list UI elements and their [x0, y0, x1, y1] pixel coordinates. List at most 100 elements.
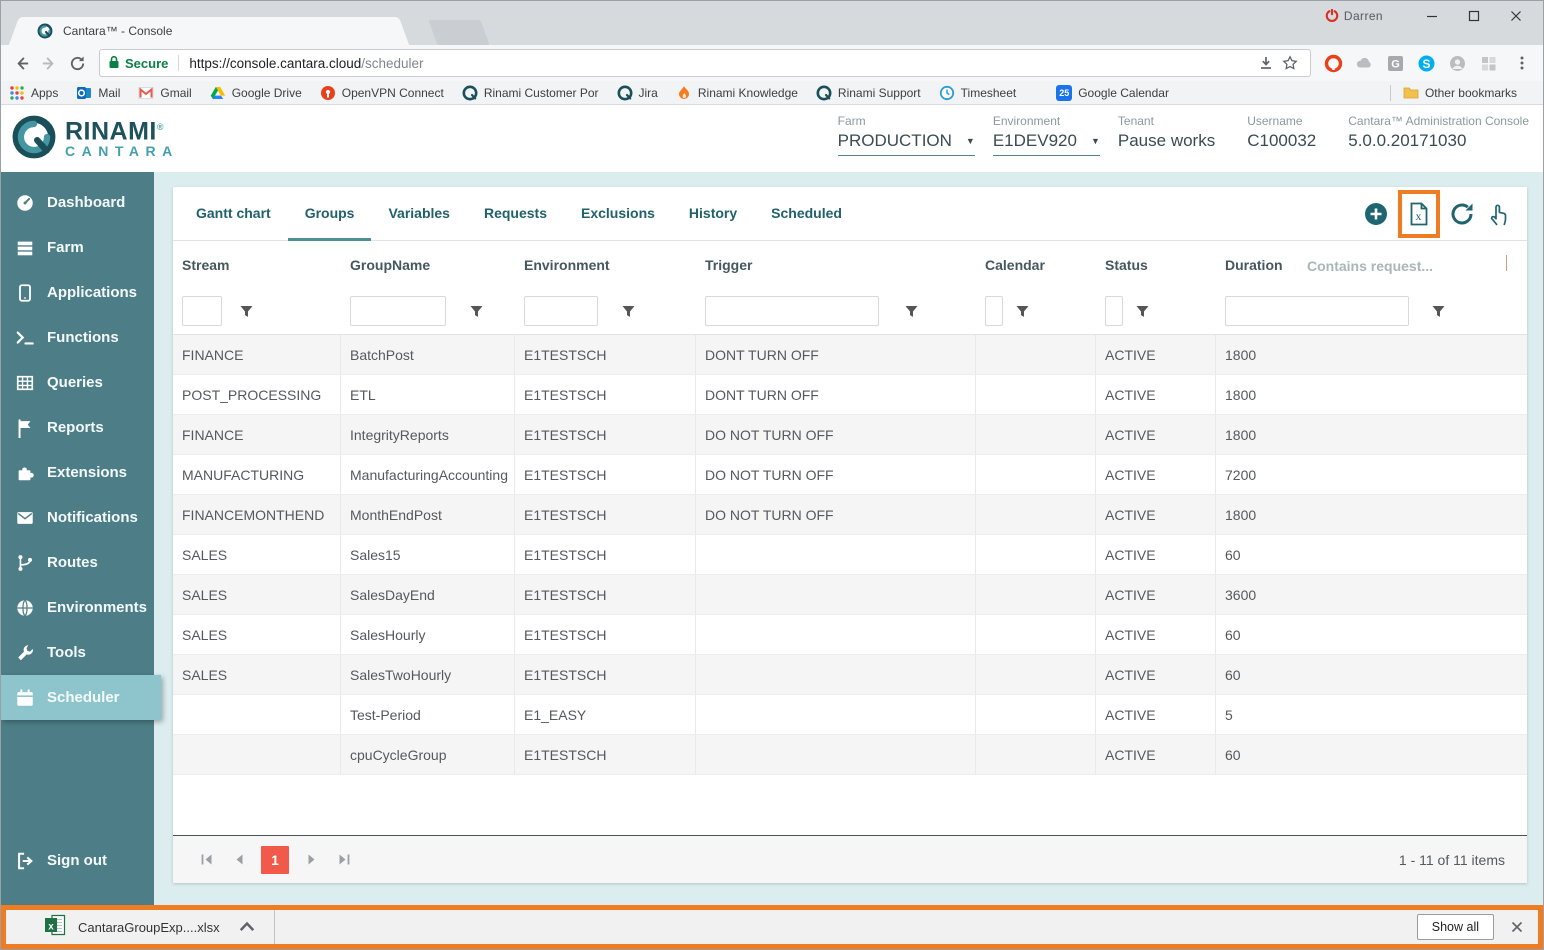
download-item[interactable]: x CantaraGroupExp....xlsx — [6, 910, 274, 944]
field-value[interactable]: Pause works — [1118, 131, 1229, 155]
trigger-filter-input[interactable] — [705, 296, 879, 326]
bookmark-star-icon[interactable] — [1278, 51, 1302, 75]
column-resize-handle[interactable] — [1506, 255, 1507, 271]
funnel-icon[interactable] — [1016, 305, 1029, 318]
ext-cloud-icon[interactable] — [1352, 51, 1376, 75]
ext-openvpn-icon[interactable] — [1321, 51, 1345, 75]
page-first-icon[interactable] — [195, 849, 217, 871]
scheduler-tab[interactable]: Gantt chart — [179, 187, 288, 241]
bookmark-item[interactable]: Google Drive — [210, 85, 302, 101]
table-row[interactable]: SALES SalesDayEnd E1TESTSCH ACTIVE 3600 — [173, 575, 1527, 615]
scheduler-tab[interactable]: History — [672, 187, 754, 241]
page-prev-icon[interactable] — [228, 849, 250, 871]
new-tab-button[interactable] — [428, 20, 489, 45]
ext-skype-icon[interactable]: S — [1414, 51, 1438, 75]
table-row[interactable]: FINANCE IntegrityReports E1TESTSCH DO NO… — [173, 415, 1527, 455]
other-bookmarks[interactable]: Other bookmarks — [1403, 85, 1517, 101]
sidebar-item[interactable]: Dashboard — [1, 180, 154, 225]
groupname-filter-input[interactable] — [350, 296, 446, 326]
table-row[interactable]: SALES Sales15 E1TESTSCH ACTIVE 60 — [173, 535, 1527, 575]
sidebar-item[interactable]: Notifications — [1, 495, 154, 540]
column-header-stream[interactable]: Stream — [173, 241, 341, 288]
sidebar-item[interactable]: Tools — [1, 630, 154, 675]
scheduler-tab[interactable]: Groups — [288, 187, 372, 241]
bookmark-item[interactable]: Jira — [617, 85, 658, 101]
minimize-button[interactable] — [1415, 4, 1449, 28]
page-last-icon[interactable] — [333, 849, 355, 871]
table-row[interactable]: FINANCEMONTHEND MonthEndPost E1TESTSCH D… — [173, 495, 1527, 535]
table-row[interactable]: MANUFACTURING ManufacturingAccounting E1… — [173, 455, 1527, 495]
pointer-icon[interactable] — [1485, 200, 1513, 228]
stream-filter-input[interactable] — [182, 296, 222, 326]
close-window-button[interactable] — [1499, 4, 1533, 28]
sign-out-button[interactable]: Sign out — [1, 838, 154, 883]
secure-indicator[interactable]: Secure — [108, 55, 168, 72]
table-row[interactable]: FINANCE BatchPost E1TESTSCH DONT TURN OF… — [173, 335, 1527, 375]
funnel-icon[interactable] — [470, 305, 483, 318]
bookmark-item[interactable]: Mail — [76, 85, 120, 101]
refresh-icon[interactable] — [1448, 200, 1476, 228]
field-value[interactable]: 5.0.0.20171030 — [1348, 131, 1529, 155]
bookmark-item[interactable]: Gmail — [138, 85, 191, 101]
reload-icon[interactable] — [63, 49, 91, 77]
add-icon[interactable] — [1362, 200, 1390, 228]
funnel-icon[interactable] — [622, 305, 635, 318]
sidebar-item[interactable]: Queries — [1, 360, 154, 405]
bookmark-item[interactable]: 25 Google Calendar — [1034, 85, 1169, 101]
sidebar-item[interactable]: Functions — [1, 315, 154, 360]
sidebar-item[interactable]: Routes — [1, 540, 154, 585]
address-bar[interactable]: Secure https://console.cantara.cloud/sch… — [99, 49, 1311, 77]
page-number-current[interactable]: 1 — [261, 846, 289, 874]
ext-generic-icon[interactable] — [1445, 51, 1469, 75]
ext-g-icon[interactable]: G — [1383, 51, 1407, 75]
sidebar-item[interactable]: Farm — [1, 225, 154, 270]
column-header-status[interactable]: Status — [1096, 241, 1216, 288]
column-header-environment[interactable]: Environment — [515, 241, 696, 288]
table-row[interactable]: Test-Period E1_EASY ACTIVE 5 — [173, 695, 1527, 735]
bookmark-item[interactable]: Rinami Support — [816, 85, 921, 101]
table-row[interactable]: POST_PROCESSING ETL E1TESTSCH DONT TURN … — [173, 375, 1527, 415]
table-row[interactable]: cpuCycleGroup E1TESTSCH ACTIVE 60 — [173, 735, 1527, 775]
bookmark-item[interactable]: Timesheet — [939, 85, 1017, 101]
field-value[interactable]: C100032 — [1247, 131, 1330, 155]
menu-dots-icon[interactable] — [1511, 55, 1533, 71]
table-row[interactable]: SALES SalesTwoHourly E1TESTSCH ACTIVE 60 — [173, 655, 1527, 695]
download-bar-close-icon[interactable] — [1510, 920, 1524, 934]
column-header-duration[interactable]: DurationContains request... — [1216, 241, 1527, 288]
profile-chip[interactable]: Darren — [1325, 9, 1383, 23]
environment-filter-input[interactable] — [524, 296, 598, 326]
funnel-icon[interactable] — [905, 305, 918, 318]
browser-tab[interactable]: Cantara™ - Console — [23, 17, 395, 45]
funnel-icon[interactable] — [1432, 305, 1445, 318]
field-value[interactable]: E1DEV920▼ — [993, 131, 1100, 156]
column-header-trigger[interactable]: Trigger — [696, 241, 976, 288]
forward-icon[interactable] — [35, 49, 63, 77]
scheduler-tab[interactable]: Requests — [467, 187, 564, 241]
sidebar-item[interactable]: Environments — [1, 585, 154, 630]
field-value[interactable]: PRODUCTION▼ — [838, 131, 975, 156]
bookmark-item[interactable]: Rinami Knowledge — [676, 85, 798, 101]
status-filter-input[interactable] — [1105, 296, 1123, 326]
bookmark-item[interactable]: Apps — [9, 85, 58, 101]
excel-export-icon[interactable]: x — [1405, 200, 1433, 228]
funnel-icon[interactable] — [1136, 305, 1149, 318]
funnel-icon[interactable] — [240, 305, 253, 318]
duration-filter-input[interactable] — [1225, 296, 1409, 326]
table-row[interactable]: SALES SalesHourly E1TESTSCH ACTIVE 60 — [173, 615, 1527, 655]
back-icon[interactable] — [7, 49, 35, 77]
scheduler-tab[interactable]: Variables — [371, 187, 467, 241]
column-header-groupname[interactable]: GroupName — [341, 241, 515, 288]
show-all-button[interactable]: Show all — [1417, 914, 1494, 940]
sidebar-item[interactable]: Extensions — [1, 450, 154, 495]
calendar-filter-input[interactable] — [985, 296, 1003, 326]
column-header-calendar[interactable]: Calendar — [976, 241, 1096, 288]
download-arrow-icon[interactable] — [1254, 51, 1278, 75]
scheduler-tab[interactable]: Scheduled — [754, 187, 859, 241]
sidebar-item[interactable]: Applications — [1, 270, 154, 315]
scheduler-tab[interactable]: Exclusions — [564, 187, 672, 241]
bookmark-item[interactable]: Rinami Customer Por — [462, 85, 599, 101]
page-next-icon[interactable] — [300, 849, 322, 871]
bookmark-item[interactable]: OpenVPN Connect — [320, 85, 444, 101]
ext-puzzle-icon[interactable] — [1476, 51, 1500, 75]
caret-up-icon[interactable] — [236, 916, 258, 938]
